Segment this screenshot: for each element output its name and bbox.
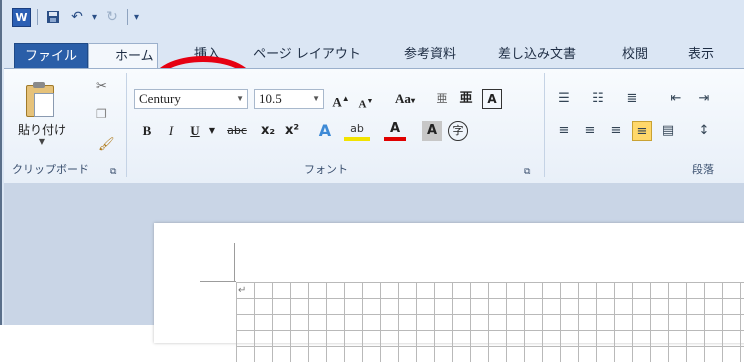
phonetic-guide-icon[interactable]: 亜 <box>432 89 452 109</box>
copy-icon[interactable]: ❐ <box>96 107 107 121</box>
font-color-button[interactable]: A <box>384 121 406 141</box>
align-center-icon[interactable]: ≡ <box>580 121 600 141</box>
margin-marker <box>200 281 236 282</box>
tab-file[interactable]: ファイル <box>14 43 88 70</box>
tab-view[interactable]: 表示 <box>684 44 718 66</box>
line-spacing-icon[interactable]: ↕ <box>694 121 714 141</box>
redo-icon[interactable]: ↻ <box>103 8 121 26</box>
toolbar-separator <box>127 9 129 25</box>
paragraph-mark-icon: ↵ <box>238 285 247 296</box>
text-effects-icon[interactable]: A <box>314 121 336 141</box>
undo-icon[interactable]: ↶ <box>68 8 86 26</box>
underline-button[interactable]: U <box>186 121 204 141</box>
justify-icon[interactable]: ≡ <box>632 121 652 141</box>
highlight-color-icon[interactable]: ab <box>344 121 370 141</box>
font-size-select[interactable]: 10.5 ▼ <box>254 89 324 109</box>
word-app-icon[interactable]: W <box>12 7 31 27</box>
manuscript-grid <box>236 282 744 362</box>
font-name-value: Century <box>139 91 181 106</box>
grow-font-button[interactable]: A▲ <box>330 89 352 109</box>
ribbon-home: 貼り付け ▼ ✂ ❐ 🖌 クリップボード ⧉ Century ▼ 10.5 ▼ … <box>4 68 744 184</box>
document-page[interactable]: ↵ <box>154 223 744 362</box>
char-border-icon[interactable]: A <box>482 89 502 109</box>
shrink-font-label: A <box>358 98 367 111</box>
font-group-label: フォント <box>304 163 348 176</box>
quick-access-toolbar: W ↶ ▾ ↻ ▾ <box>12 6 139 28</box>
increase-indent-icon[interactable]: ⇥ <box>694 89 714 109</box>
group-divider <box>544 73 545 177</box>
shrink-font-button[interactable]: A▼ <box>356 91 376 111</box>
format-painter-icon[interactable]: 🖌 <box>98 137 115 152</box>
undo-dropdown-icon[interactable]: ▾ <box>92 12 97 23</box>
bold-button[interactable]: B <box>138 121 156 141</box>
align-right-icon[interactable]: ≡ <box>606 121 626 141</box>
word-window: W ↶ ▾ ↻ ▾ ファイル ホーム 挿入 ページ レイアウト 参考資料 差し込… <box>0 0 744 362</box>
tab-page-layout[interactable]: ページ レイアウト <box>252 44 362 66</box>
toolbar-separator <box>37 9 38 25</box>
enclose-char-button[interactable]: 字 <box>448 121 468 141</box>
dialog-launcher-icon[interactable]: ⧉ <box>524 167 530 177</box>
paste-label: 貼り付け <box>18 123 67 137</box>
change-case-label: Aa <box>395 91 411 106</box>
group-divider <box>126 73 127 177</box>
align-left-icon[interactable]: ≡ <box>554 121 574 141</box>
superscript-button[interactable]: x² <box>282 121 302 141</box>
paper-icon <box>34 93 54 117</box>
clipboard-group-label: クリップボード <box>12 163 89 176</box>
multilevel-list-icon[interactable]: ≣ <box>622 89 642 109</box>
cut-icon[interactable]: ✂ <box>96 79 107 94</box>
char-shading-button[interactable]: A <box>422 121 442 141</box>
ribbon-tabs: ファイル ホーム 挿入 ページ レイアウト 参考資料 差し込み文書 校閲 表示 <box>4 38 744 108</box>
customize-toolbar-icon[interactable]: ▾ <box>134 12 139 23</box>
margin-marker <box>234 243 235 281</box>
font-name-select[interactable]: Century ▼ <box>134 89 248 109</box>
paste-button[interactable]: 貼り付け ▼ <box>18 79 67 146</box>
font-size-value: 10.5 <box>259 91 282 106</box>
italic-button[interactable]: I <box>162 121 180 141</box>
paragraph-group-label: 段落 <box>692 163 714 176</box>
chevron-down-icon[interactable]: ▼ <box>206 121 218 141</box>
document-area[interactable]: ↵ <box>4 183 744 362</box>
numbering-icon[interactable]: ☷ <box>588 89 608 109</box>
distributed-icon[interactable]: ▤ <box>658 121 678 141</box>
save-icon[interactable] <box>44 8 62 26</box>
strikethrough-button[interactable]: abc <box>222 121 252 141</box>
clipboard-clip-icon <box>33 82 45 88</box>
clear-format-icon[interactable]: 亜 <box>456 89 476 109</box>
chevron-down-icon[interactable]: ▼ <box>18 137 66 146</box>
tab-references[interactable]: 参考資料 <box>394 44 466 66</box>
tab-home[interactable]: ホーム <box>88 43 158 71</box>
tab-mailings[interactable]: 差し込み文書 <box>487 44 587 66</box>
bullets-icon[interactable]: ☰ <box>554 89 574 109</box>
subscript-button[interactable]: x₂ <box>258 121 278 141</box>
tab-review[interactable]: 校閲 <box>618 44 652 66</box>
chevron-down-icon[interactable]: ▼ <box>236 90 244 108</box>
dialog-launcher-icon[interactable]: ⧉ <box>110 167 116 177</box>
chevron-down-icon[interactable]: ▼ <box>312 90 320 108</box>
change-case-button[interactable]: Aa▾ <box>390 89 420 109</box>
decrease-indent-icon[interactable]: ⇤ <box>666 89 686 109</box>
grow-font-label: A <box>332 94 342 110</box>
